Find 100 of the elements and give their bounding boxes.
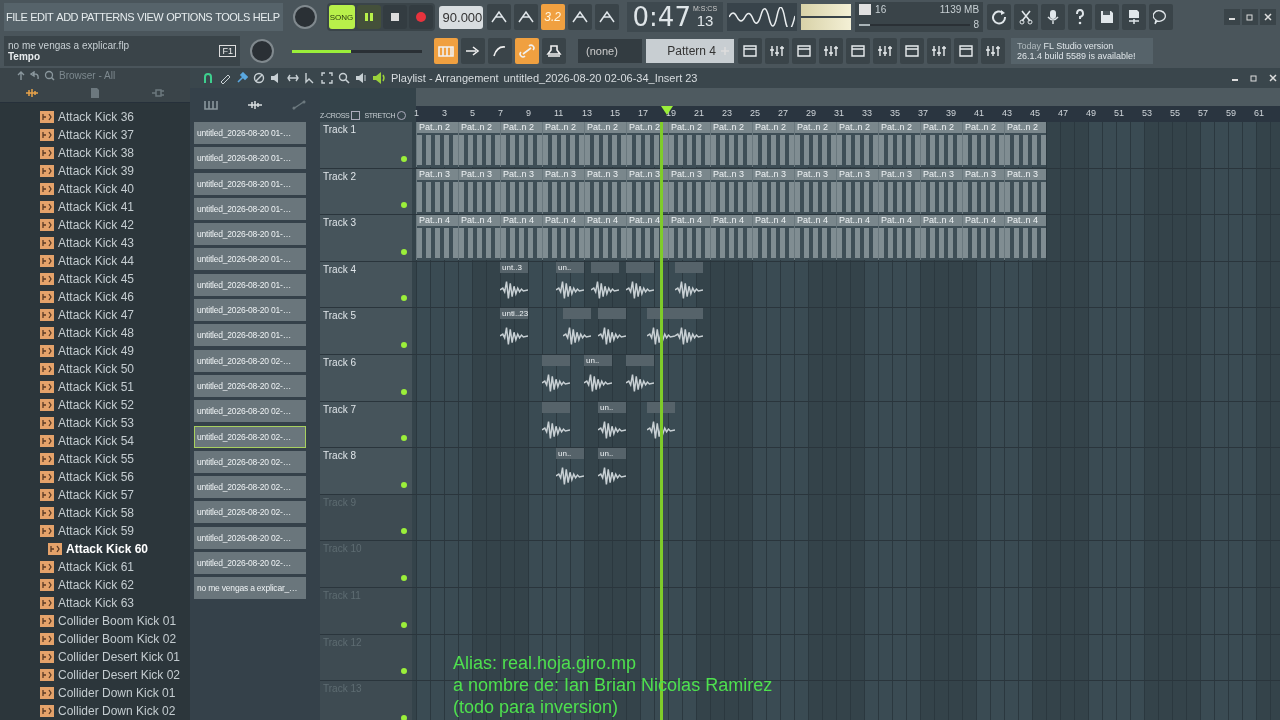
restore-button[interactable] (1242, 9, 1258, 25)
clip-list-item[interactable]: untitled_2026-08-20 02-… (194, 501, 306, 524)
clip-list-item[interactable]: untitled_2026-08-20 02-… (194, 374, 306, 397)
wait-record-button[interactable] (513, 4, 538, 30)
browser-item[interactable]: Attack Kick 57 (0, 486, 190, 504)
browser-item[interactable]: Attack Kick 53 (0, 414, 190, 432)
browser-item[interactable]: Attack Kick 59 (0, 522, 190, 540)
minimize-button[interactable] (1224, 9, 1240, 25)
menu-item[interactable]: OPTIONS (166, 11, 213, 23)
clip-list-item[interactable]: untitled_2026-08-20 01-… (194, 273, 306, 296)
browser-item[interactable]: Collider Desert Kick 02 (0, 666, 190, 684)
audio-clip[interactable]: un.. (584, 354, 612, 400)
pencil-icon[interactable] (219, 72, 231, 84)
pattern-clip[interactable]: Pat..n 3 (920, 168, 962, 214)
track-header[interactable]: Track 7 (320, 401, 412, 448)
song-mode-button[interactable]: SONG (328, 5, 355, 29)
tempo-display[interactable]: 90.000 (438, 5, 483, 29)
clip-list-item[interactable]: untitled_2026-08-20 01-… (194, 122, 306, 144)
browser-item[interactable]: Attack Kick 63 (0, 594, 190, 612)
help-button[interactable] (1068, 4, 1093, 30)
pattern-clip[interactable]: Pat..n 2 (626, 122, 668, 167)
pattern-clip[interactable]: Pat..n 4 (1004, 215, 1046, 261)
audio-clip[interactable]: unt..3 (500, 261, 528, 307)
pause-button[interactable] (356, 5, 381, 29)
pattern-clip[interactable]: Pat..n 2 (500, 122, 542, 167)
clip-list-item[interactable]: untitled_2026-08-20 02-… (194, 425, 306, 448)
browser-button[interactable] (846, 38, 870, 64)
browser-item[interactable]: Attack Kick 46 (0, 288, 190, 306)
clip-list-item[interactable]: untitled_2026-08-20 01-… (194, 299, 306, 322)
clip-list-item[interactable]: untitled_2026-08-20 02-… (194, 349, 306, 372)
pattern-clip[interactable]: Pat..n 3 (836, 168, 878, 214)
playlist-button[interactable] (738, 38, 762, 64)
clip-list-item[interactable]: untitled_2026-08-20 02-… (194, 476, 306, 499)
pattern-clip[interactable]: Pat..n 2 (1004, 122, 1046, 167)
browser-item[interactable]: Attack Kick 47 (0, 306, 190, 324)
pattern-clip[interactable]: Pat..n 2 (458, 122, 500, 167)
step-edit-button[interactable] (461, 38, 485, 64)
browser-item[interactable]: Attack Kick 50 (0, 360, 190, 378)
pattern-clip[interactable]: Pat..n 2 (836, 122, 878, 167)
speaker-icon[interactable] (355, 72, 367, 84)
browser-item[interactable]: Collider Boom Kick 02 (0, 630, 190, 648)
channel-rack-button[interactable] (792, 38, 816, 64)
pattern-clip[interactable]: Pat..n 4 (668, 215, 710, 261)
menu-item[interactable]: EDIT (30, 11, 54, 23)
browser-item[interactable]: Attack Kick 37 (0, 126, 190, 144)
pattern-clip[interactable]: Pat..n 4 (542, 215, 584, 261)
knob[interactable] (250, 39, 274, 63)
pattern-clip[interactable]: Pat..n 2 (584, 122, 626, 167)
pattern-clip[interactable]: Pat..n 2 (668, 122, 710, 167)
pattern-clip[interactable]: Pat..n 3 (752, 168, 794, 214)
pattern-clip[interactable]: Pat..n 4 (710, 215, 752, 261)
news-panel[interactable]: Today FL Studio version 26.1.4 build 5589 is available! (1011, 38, 1153, 64)
waveform-icon[interactable] (247, 100, 263, 110)
browser-item[interactable]: Collider Down Kick 01 (0, 684, 190, 702)
speaker-icon[interactable] (372, 71, 386, 85)
pattern-clip[interactable]: Pat..n 4 (584, 215, 626, 261)
pattern-selector[interactable]: Pattern 4 (646, 39, 734, 63)
piano-icon[interactable] (204, 100, 219, 110)
loop-record-button[interactable] (594, 4, 619, 30)
browser-item[interactable]: Attack Kick 60 (0, 540, 190, 558)
pattern-clip[interactable]: Pat..n 2 (878, 122, 920, 167)
clip-list-item[interactable]: untitled_2026-08-20 02-… (194, 552, 306, 575)
browser-item[interactable]: Attack Kick 52 (0, 396, 190, 414)
chat-button[interactable] (1149, 4, 1174, 30)
pattern-clip[interactable]: Pat..n 4 (836, 215, 878, 261)
touch-button[interactable] (954, 38, 978, 64)
menu-item[interactable]: ADD (56, 11, 79, 23)
clip-list-item[interactable]: untitled_2026-08-20 01-… (194, 324, 306, 347)
browser-item[interactable]: Attack Kick 42 (0, 216, 190, 234)
track-header[interactable]: Track 8 (320, 448, 412, 494)
browser-item[interactable]: Attack Kick 48 (0, 324, 190, 342)
track-mute-button[interactable] (401, 528, 407, 535)
browser-item[interactable]: Attack Kick 39 (0, 162, 190, 180)
pattern-clip[interactable]: Pat..n 3 (416, 168, 458, 214)
track-mute-button[interactable] (401, 574, 407, 581)
track-mute-button[interactable] (401, 202, 407, 209)
brush-icon[interactable] (236, 72, 248, 84)
download-button[interactable] (981, 38, 1005, 64)
magnet-icon[interactable] (202, 72, 214, 84)
browser-item[interactable]: Collider Desert Kick 01 (0, 648, 190, 666)
waveform-icon[interactable] (25, 87, 40, 98)
track-mute-button[interactable] (401, 295, 407, 302)
track-header[interactable]: Track 1 (320, 122, 412, 168)
menu-item[interactable]: VIEW (137, 11, 164, 23)
pattern-clip[interactable]: Pat..n 3 (878, 168, 920, 214)
overview-scrollbar[interactable] (416, 88, 1280, 106)
typing-keyboard-button[interactable] (567, 4, 592, 30)
browser-item[interactable]: Attack Kick 44 (0, 252, 190, 270)
metronome-button[interactable] (486, 4, 511, 30)
track-mute-button[interactable] (401, 388, 407, 395)
track-header[interactable]: Track 3 (320, 215, 412, 261)
pattern-clip[interactable]: Pat..n 4 (920, 215, 962, 261)
pattern-clip[interactable]: Pat..n 3 (668, 168, 710, 214)
clip-list-item[interactable]: no me vengas a explicar_… (194, 577, 306, 600)
browser-item[interactable]: Attack Kick 62 (0, 576, 190, 594)
track-header[interactable]: Track 6 (320, 354, 412, 401)
clip-list-item[interactable]: untitled_2026-08-20 02-… (194, 526, 306, 549)
clip-list-item[interactable]: untitled_2026-08-20 01-… (194, 172, 306, 195)
browser-item[interactable]: Attack Kick 58 (0, 504, 190, 522)
knob[interactable] (292, 5, 317, 29)
